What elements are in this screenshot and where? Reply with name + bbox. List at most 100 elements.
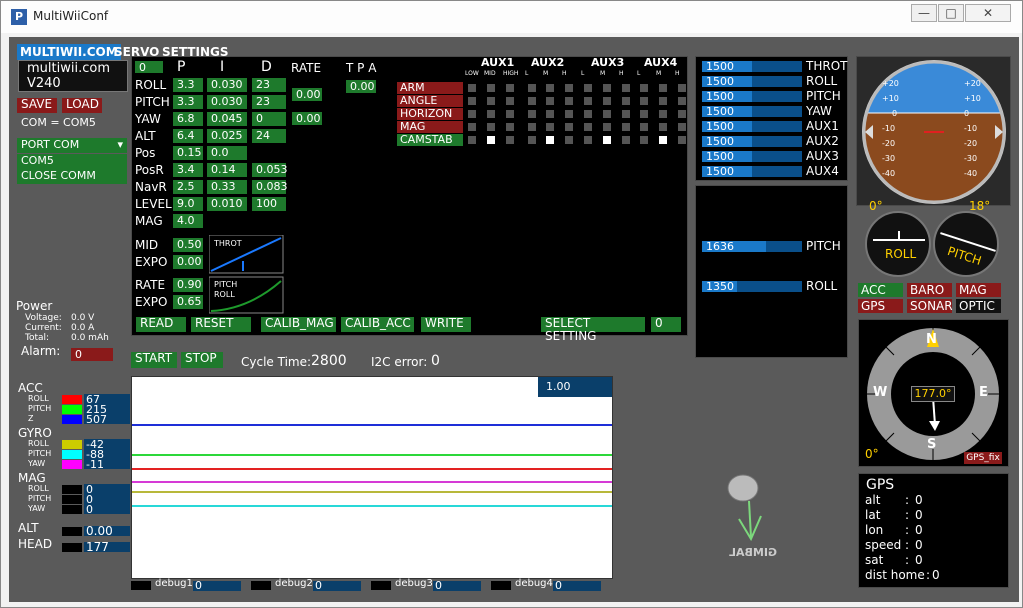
aux-checkbox[interactable] xyxy=(584,136,592,144)
pid-p-input[interactable]: 2.5 xyxy=(173,180,203,194)
aux-checkbox[interactable] xyxy=(678,123,686,131)
pid-p-input[interactable]: 0.15 xyxy=(173,146,203,160)
rate-input[interactable]: 0.90 xyxy=(173,278,203,292)
aux-checkbox[interactable] xyxy=(468,136,476,144)
aux-checkbox[interactable] xyxy=(506,123,514,131)
aux-checkbox[interactable] xyxy=(487,97,495,105)
aux-checkbox[interactable] xyxy=(622,110,630,118)
aux-checkbox[interactable] xyxy=(565,136,573,144)
aux-checkbox[interactable] xyxy=(487,136,495,144)
aux-checkbox[interactable] xyxy=(546,110,554,118)
select-setting-button[interactable]: SELECT SETTING xyxy=(541,317,645,343)
aux-checkbox[interactable] xyxy=(546,136,554,144)
aux-checkbox[interactable] xyxy=(603,110,611,118)
pid-d-input[interactable]: 0.053 xyxy=(252,163,288,177)
com5-option[interactable]: COM5 xyxy=(17,154,127,169)
aux-checkbox[interactable] xyxy=(584,110,592,118)
pid-i-input[interactable]: 0.010 xyxy=(207,197,247,211)
minimize-button[interactable]: — xyxy=(911,4,937,22)
close-comm-button[interactable]: CLOSE COMM xyxy=(17,169,127,184)
aux-checkbox[interactable] xyxy=(659,84,667,92)
aux-checkbox[interactable] xyxy=(546,84,554,92)
aux-checkbox[interactable] xyxy=(565,123,573,131)
pid-i-input[interactable]: 0.030 xyxy=(207,95,247,109)
aux-checkbox[interactable] xyxy=(678,97,686,105)
close-button[interactable]: ✕ xyxy=(965,4,1011,22)
pid-i-input[interactable]: 0.0 xyxy=(207,146,247,160)
aux-checkbox[interactable] xyxy=(565,97,573,105)
aux-checkbox[interactable] xyxy=(640,136,648,144)
pid-d-input[interactable]: 100 xyxy=(252,197,286,211)
aux-checkbox[interactable] xyxy=(603,84,611,92)
expo-input[interactable]: 0.00 xyxy=(173,255,203,269)
rate-roll-pitch-input[interactable]: 0.00 xyxy=(292,88,322,101)
stop-button[interactable]: STOP xyxy=(181,352,223,368)
tpa-input[interactable]: 0.00 xyxy=(346,80,376,93)
pid-profile[interactable]: 0 xyxy=(135,61,163,74)
aux-checkbox[interactable] xyxy=(506,84,514,92)
pid-p-input[interactable]: 4.0 xyxy=(173,214,203,228)
aux-checkbox[interactable] xyxy=(640,123,648,131)
aux-checkbox[interactable] xyxy=(584,97,592,105)
aux-checkbox[interactable] xyxy=(528,110,536,118)
aux-checkbox[interactable] xyxy=(468,110,476,118)
aux-checkbox[interactable] xyxy=(622,97,630,105)
pid-i-input[interactable]: 0.14 xyxy=(207,163,247,177)
load-button[interactable]: LOAD xyxy=(62,98,102,113)
expo2-input[interactable]: 0.65 xyxy=(173,295,203,309)
aux-checkbox[interactable] xyxy=(678,110,686,118)
pid-i-input[interactable]: 0.025 xyxy=(207,129,247,143)
aux-checkbox[interactable] xyxy=(622,123,630,131)
aux-checkbox[interactable] xyxy=(546,123,554,131)
aux-checkbox[interactable] xyxy=(640,110,648,118)
aux-checkbox[interactable] xyxy=(659,136,667,144)
aux-checkbox[interactable] xyxy=(546,97,554,105)
aux-checkbox[interactable] xyxy=(487,123,495,131)
aux-checkbox[interactable] xyxy=(659,123,667,131)
write-button[interactable]: WRITE xyxy=(421,317,471,332)
alarm-input[interactable]: 0 xyxy=(71,348,113,361)
rate-yaw-input[interactable]: 0.00 xyxy=(292,112,322,125)
aux-checkbox[interactable] xyxy=(640,84,648,92)
pid-d-input[interactable]: 24 xyxy=(252,129,286,143)
pid-p-input[interactable]: 6.8 xyxy=(173,112,203,126)
reset-button[interactable]: RESET xyxy=(191,317,251,332)
pid-d-input[interactable]: 0 xyxy=(252,112,286,126)
aux-checkbox[interactable] xyxy=(603,97,611,105)
pid-d-input[interactable]: 0.083 xyxy=(252,180,288,194)
pid-p-input[interactable]: 3.3 xyxy=(173,95,203,109)
pid-i-input[interactable]: 0.045 xyxy=(207,112,247,126)
aux-checkbox[interactable] xyxy=(659,110,667,118)
read-button[interactable]: READ xyxy=(136,317,186,332)
aux-checkbox[interactable] xyxy=(528,123,536,131)
aux-checkbox[interactable] xyxy=(659,97,667,105)
aux-checkbox[interactable] xyxy=(487,110,495,118)
aux-checkbox[interactable] xyxy=(506,97,514,105)
mid-input[interactable]: 0.50 xyxy=(173,238,203,252)
aux-checkbox[interactable] xyxy=(528,84,536,92)
aux-checkbox[interactable] xyxy=(678,136,686,144)
restore-button[interactable]: □ xyxy=(938,4,964,22)
select-setting-value[interactable]: 0 xyxy=(651,317,681,332)
pid-p-input[interactable]: 3.3 xyxy=(173,78,203,92)
aux-checkbox[interactable] xyxy=(468,97,476,105)
aux-checkbox[interactable] xyxy=(528,136,536,144)
aux-checkbox[interactable] xyxy=(487,84,495,92)
aux-checkbox[interactable] xyxy=(678,84,686,92)
aux-checkbox[interactable] xyxy=(468,123,476,131)
graph-scale[interactable]: 1.00 xyxy=(538,377,612,397)
calib-acc-button[interactable]: CALIB_ACC xyxy=(341,317,414,332)
aux-checkbox[interactable] xyxy=(468,84,476,92)
aux-checkbox[interactable] xyxy=(528,97,536,105)
aux-checkbox[interactable] xyxy=(565,84,573,92)
pid-d-input[interactable]: 23 xyxy=(252,95,286,109)
pid-p-input[interactable]: 6.4 xyxy=(173,129,203,143)
aux-checkbox[interactable] xyxy=(584,84,592,92)
aux-checkbox[interactable] xyxy=(603,136,611,144)
pid-i-input[interactable]: 0.030 xyxy=(207,78,247,92)
aux-checkbox[interactable] xyxy=(640,97,648,105)
save-button[interactable]: SAVE xyxy=(17,98,57,113)
aux-checkbox[interactable] xyxy=(565,110,573,118)
port-com-dropdown[interactable]: PORT COM ▾ xyxy=(17,138,127,153)
start-button[interactable]: START xyxy=(131,352,177,368)
